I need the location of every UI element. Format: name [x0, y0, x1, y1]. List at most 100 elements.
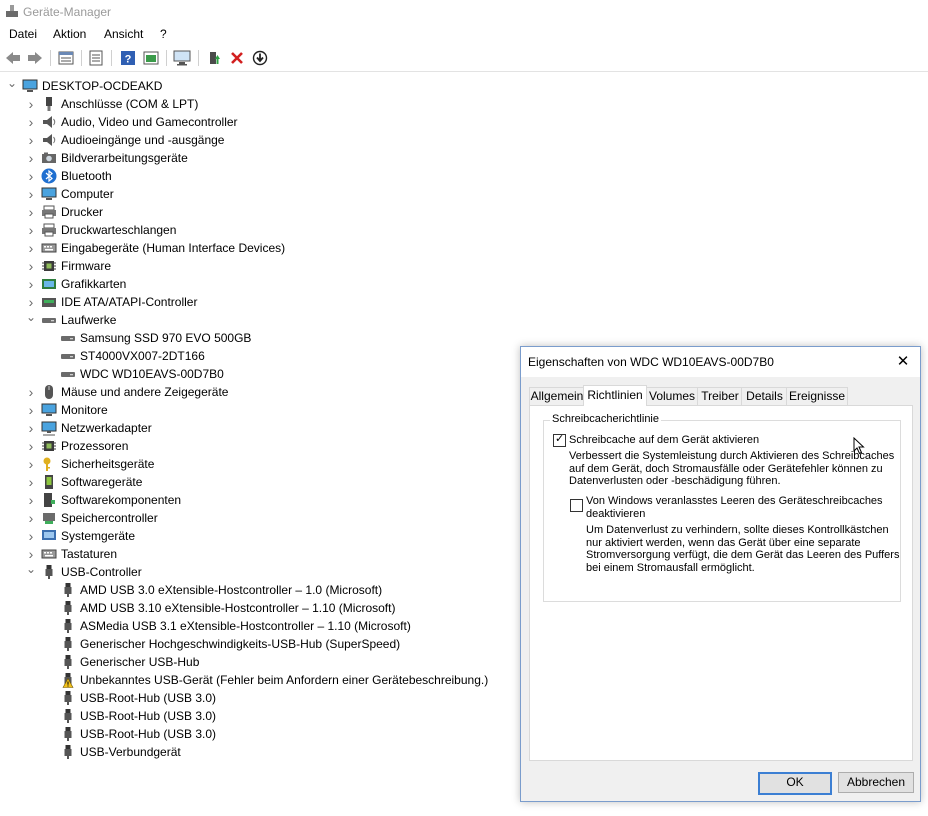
console-icon[interactable] — [141, 48, 161, 68]
tree-item-cat-23-child-1[interactable]: AMD USB 3.10 eXtensible-Hostcontroller –… — [44, 599, 395, 617]
tree-item-cat-23-child-6[interactable]: USB-Root-Hub (USB 3.0) — [44, 689, 216, 707]
tree-item-cat-22[interactable]: › Tastaturen — [25, 545, 117, 563]
tree-item-cat-1[interactable]: › Audio, Video und Gamecontroller — [25, 113, 238, 131]
tree-item-cat-8[interactable]: › Eingabegeräte (Human Interface Devices) — [25, 239, 285, 257]
chip-icon — [41, 438, 57, 454]
chevron-right-icon[interactable]: › — [25, 131, 37, 149]
tree-item-label: Audioeingänge und -ausgänge — [61, 133, 225, 147]
help-icon[interactable]: ? — [118, 48, 138, 68]
scan-hardware-icon[interactable] — [172, 48, 192, 68]
tab-richtlinien[interactable]: Richtlinien — [583, 385, 647, 406]
tree-item-cat-13[interactable]: › Mäuse und andere Zeigegeräte — [25, 383, 229, 401]
menu-ansicht[interactable]: Ansicht — [104, 27, 143, 41]
chevron-right-icon[interactable]: › — [25, 419, 37, 437]
tree-item-cat-12-child-1[interactable]: ST4000VX007-2DT166 — [44, 347, 205, 365]
tab-ereignisse[interactable]: Ereignisse — [786, 387, 848, 406]
properties-view-icon[interactable] — [56, 48, 76, 68]
tree-item-cat-14[interactable]: › Monitore — [25, 401, 108, 419]
speaker-icon — [41, 132, 57, 148]
tree-item-cat-7[interactable]: › Druckwarteschlangen — [25, 221, 177, 239]
tree-item-cat-9[interactable]: › Firmware — [25, 257, 111, 275]
tree-item-cat-18[interactable]: › Softwaregeräte — [25, 473, 143, 491]
chevron-right-icon[interactable]: › — [25, 221, 37, 239]
tree-item-cat-11[interactable]: › IDE ATA/ATAPI-Controller — [25, 293, 198, 311]
chevron-down-icon[interactable]: ⌄ — [25, 560, 37, 578]
menu-aktion[interactable]: Aktion — [53, 27, 86, 41]
tree-item-cat-6[interactable]: › Drucker — [25, 203, 103, 221]
tree-item-cat-23-child-5[interactable]: Unbekanntes USB-Gerät (Fehler beim Anfor… — [44, 671, 488, 689]
ok-button[interactable]: OK — [758, 772, 832, 795]
chevron-right-icon[interactable]: › — [25, 527, 37, 545]
tree-item-cat-12[interactable]: ⌄ Laufwerke — [25, 308, 116, 329]
tree-item-label: AMD USB 3.0 eXtensible-Hostcontroller – … — [80, 583, 383, 597]
tree-item-cat-5[interactable]: › Computer — [25, 185, 114, 203]
menu-datei[interactable]: Datei — [9, 27, 37, 41]
disable-flush-checkbox[interactable] — [570, 499, 583, 512]
cancel-button[interactable]: Abbrechen — [838, 772, 914, 793]
menu-help[interactable]: ? — [160, 27, 167, 41]
enable-write-cache-label[interactable]: Schreibcache auf dem Gerät aktivieren — [569, 434, 759, 446]
tree-item-cat-4[interactable]: › Bluetooth — [25, 167, 112, 185]
chevron-right-icon[interactable]: › — [25, 185, 37, 203]
tree-item-cat-23-child-8[interactable]: USB-Root-Hub (USB 3.0) — [44, 725, 216, 743]
back-arrow-icon[interactable] — [3, 48, 23, 68]
tree-item-cat-23-child-2[interactable]: ASMedia USB 3.1 eXtensible-Hostcontrolle… — [44, 617, 411, 635]
chevron-right-icon[interactable]: › — [25, 113, 37, 131]
tree-item-cat-3[interactable]: › Bildverarbeitungsgeräte — [25, 149, 188, 167]
chevron-right-icon[interactable]: › — [25, 167, 37, 185]
show-hidden-icon[interactable] — [86, 48, 106, 68]
tree-item-cat-0[interactable]: › Anschlüsse (COM & LPT) — [25, 95, 199, 113]
tree-item-cat-16[interactable]: › Prozessoren — [25, 437, 129, 455]
tree-item-cat-19[interactable]: › Softwarekomponenten — [25, 491, 181, 509]
tree-item-cat-21[interactable]: › Systemgeräte — [25, 527, 135, 545]
enable-write-cache-checkbox[interactable]: ✓ — [553, 433, 566, 447]
tree-item-cat-12-child-0[interactable]: Samsung SSD 970 EVO 500GB — [44, 329, 251, 347]
chevron-right-icon[interactable]: › — [25, 383, 37, 401]
chevron-down-icon[interactable]: ⌄ — [6, 74, 18, 92]
tree-item-cat-23-child-0[interactable]: AMD USB 3.0 eXtensible-Hostcontroller – … — [44, 581, 382, 599]
tree-item-label: USB-Root-Hub (USB 3.0) — [80, 709, 217, 723]
forward-arrow-icon[interactable] — [25, 48, 45, 68]
chevron-right-icon[interactable]: › — [25, 509, 37, 527]
tree-item-cat-23-child-7[interactable]: USB-Root-Hub (USB 3.0) — [44, 707, 216, 725]
disable-flush-label[interactable]: Von Windows veranlasstes Leeren des Gerä… — [586, 495, 883, 521]
tree-item-label: USB-Controller — [61, 565, 142, 579]
drive-icon — [60, 330, 76, 346]
tree-item-cat-23-child-9[interactable]: USB-Verbundgerät — [44, 743, 181, 761]
chevron-right-icon[interactable]: › — [25, 239, 37, 257]
chevron-right-icon[interactable]: › — [25, 257, 37, 275]
tree-item-label: Prozessoren — [61, 439, 129, 453]
tree-item-cat-20[interactable]: › Speichercontroller — [25, 509, 158, 527]
tree-item-root[interactable]: ⌄ DESKTOP-OCDEAKD — [6, 74, 163, 95]
tab-details[interactable]: Details — [741, 387, 788, 406]
tree-item-cat-10[interactable]: › Grafikkarten — [25, 275, 127, 293]
tab-allgemein[interactable]: Allgemein — [529, 387, 585, 406]
tree-item-cat-17[interactable]: › Sicherheitsgeräte — [25, 455, 155, 473]
chevron-right-icon[interactable]: › — [25, 455, 37, 473]
chevron-right-icon[interactable]: › — [25, 473, 37, 491]
tree-item-cat-23-child-3[interactable]: Generischer Hochgeschwindigkeits-USB-Hub… — [44, 635, 400, 653]
tree-item-cat-15[interactable]: › Netzwerkadapter — [25, 419, 152, 437]
tab-volumes[interactable]: Volumes — [645, 387, 699, 406]
chevron-down-icon[interactable]: ⌄ — [25, 308, 37, 326]
tree-item-label: IDE ATA/ATAPI-Controller — [61, 295, 198, 309]
toolbar: ? — [0, 44, 928, 72]
chevron-right-icon[interactable]: › — [25, 275, 37, 293]
tree-item-cat-12-child-2[interactable]: WDC WD10EAVS-00D7B0 — [44, 365, 224, 383]
chevron-right-icon[interactable]: › — [25, 437, 37, 455]
uninstall-device-icon[interactable] — [227, 48, 247, 68]
tree-item-cat-23-child-4[interactable]: Generischer USB-Hub — [44, 653, 199, 671]
chevron-right-icon[interactable]: › — [25, 491, 37, 509]
tree-item-label: ST4000VX007-2DT166 — [80, 349, 205, 363]
drive-icon — [60, 366, 76, 382]
tree-item-cat-2[interactable]: › Audioeingänge und -ausgänge — [25, 131, 225, 149]
chevron-right-icon[interactable]: › — [25, 203, 37, 221]
tab-treiber[interactable]: Treiber — [697, 387, 743, 406]
update-driver-icon[interactable] — [250, 48, 270, 68]
chevron-right-icon[interactable]: › — [25, 149, 37, 167]
tree-item-cat-23[interactable]: ⌄ USB-Controller — [25, 560, 142, 581]
close-icon[interactable]: ✕ — [894, 353, 912, 371]
chevron-right-icon[interactable]: › — [25, 401, 37, 419]
chevron-right-icon[interactable]: › — [25, 95, 37, 113]
enable-device-icon[interactable] — [204, 48, 224, 68]
